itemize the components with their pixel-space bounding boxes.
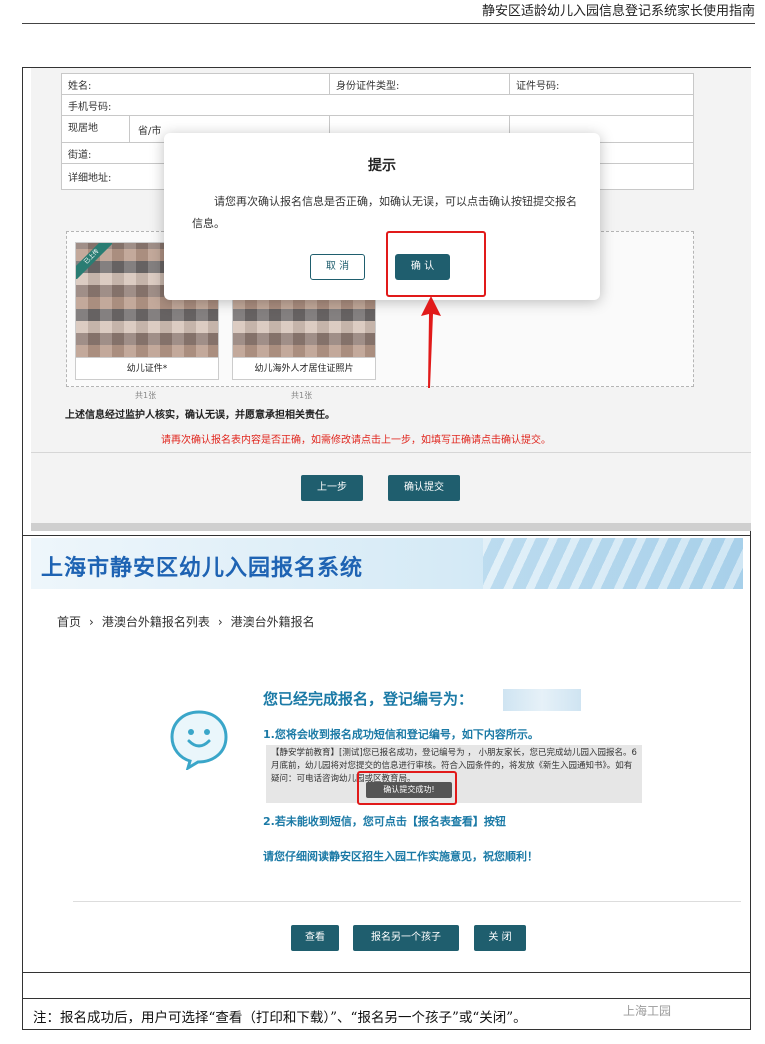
cancel-button[interactable]: 取 消 [310, 254, 365, 280]
success-title: 您已经完成报名，登记编号为： [263, 690, 474, 708]
view-button[interactable]: 查看 [291, 925, 339, 951]
prev-step-button[interactable]: 上一步 [301, 475, 363, 501]
chevron-right-icon: › [217, 615, 223, 629]
phone-label: 手机号码: [61, 94, 694, 116]
no-sms-notice: 2.若未能收到短信，您可点击【报名表查看】按钮 [263, 815, 506, 828]
highlight-box [357, 771, 457, 805]
confirm-submit-button[interactable]: 确认提交 [388, 475, 460, 501]
sms-notice: 1.您将会收到报名成功短信和登记编号，如下内容所示。 [263, 728, 539, 741]
id-type-label: 身份证件类型: [329, 73, 510, 95]
chevron-right-icon: › [89, 615, 94, 629]
guardian-statement: 上述信息经过监护人核实，确认无误，并愿意承担相关责任。 [65, 410, 335, 421]
uploaded-ribbon: 已上传 [76, 243, 112, 279]
breadcrumb-current: 港澳台外籍报名 [230, 615, 315, 629]
breadcrumb: 首页 › 港澳台外籍报名列表 › 港澳台外籍报名 [57, 613, 315, 630]
dialog-title: 提示 [368, 158, 396, 174]
photo-label: 幼儿海外人才居住证照片 [233, 357, 375, 379]
photo-count: 共1张 [135, 391, 157, 400]
register-another-child-button[interactable]: 报名另一个孩子 [353, 925, 459, 951]
residence-label: 现居地 [62, 116, 130, 142]
province-select[interactable]: 省/市 [130, 122, 161, 137]
dialog-message: 请您再次确认报名信息是否正确，如确认无误，可以点击确认按钮提交报名信息。 [192, 195, 577, 230]
close-button[interactable]: 关 闭 [474, 925, 526, 951]
system-title: 上海市静安区幼儿入园报名系统 [41, 556, 364, 581]
confirm-dialog: 提示 请您再次确认报名信息是否正确，如确认无误，可以点击确认按钮提交报名信息。 … [164, 133, 600, 300]
footnote: 注：报名成功后，用户可选择“查看（打印和下载）”、“报名另一个孩子”或“关闭”。 [33, 1010, 527, 1026]
confirm-step-screenshot: 姓名: 身份证件类型: 证件号码: 手机号码: 现居地 省/市 街道: 详细地址… [31, 68, 751, 531]
breadcrumb-home[interactable]: 首页 [57, 615, 81, 629]
red-arrow-icon [421, 296, 441, 388]
photo-label: 幼儿证件* [76, 357, 218, 379]
document-header: 静安区适龄幼儿入园信息登记系统家长使用指南 [22, 4, 755, 24]
site-banner: 上海市静安区幼儿入园报名系统 [31, 538, 743, 589]
id-no-label: 证件号码: [509, 73, 694, 95]
read-policy-notice: 请您仔细阅读静安区招生入园工作实施意见，祝您顺利！ [263, 850, 538, 863]
confirm-warning: 请再次确认报名表内容是否正确，如需修改请点击上一步，如填写正确请点击确认提交。 [161, 435, 551, 446]
registration-number-blurred [503, 689, 581, 711]
photo-count: 共1张 [291, 391, 313, 400]
smiley-chat-icon [170, 710, 228, 770]
name-label: 姓名: [61, 73, 330, 95]
highlight-box [386, 231, 486, 297]
screenshot-frame: 姓名: 身份证件类型: 证件号码: 手机号码: 现居地 省/市 街道: 详细地址… [22, 67, 751, 1030]
breadcrumb-list[interactable]: 港澳台外籍报名列表 [102, 615, 210, 629]
wechat-watermark: 上海工园 [623, 1004, 672, 1018]
